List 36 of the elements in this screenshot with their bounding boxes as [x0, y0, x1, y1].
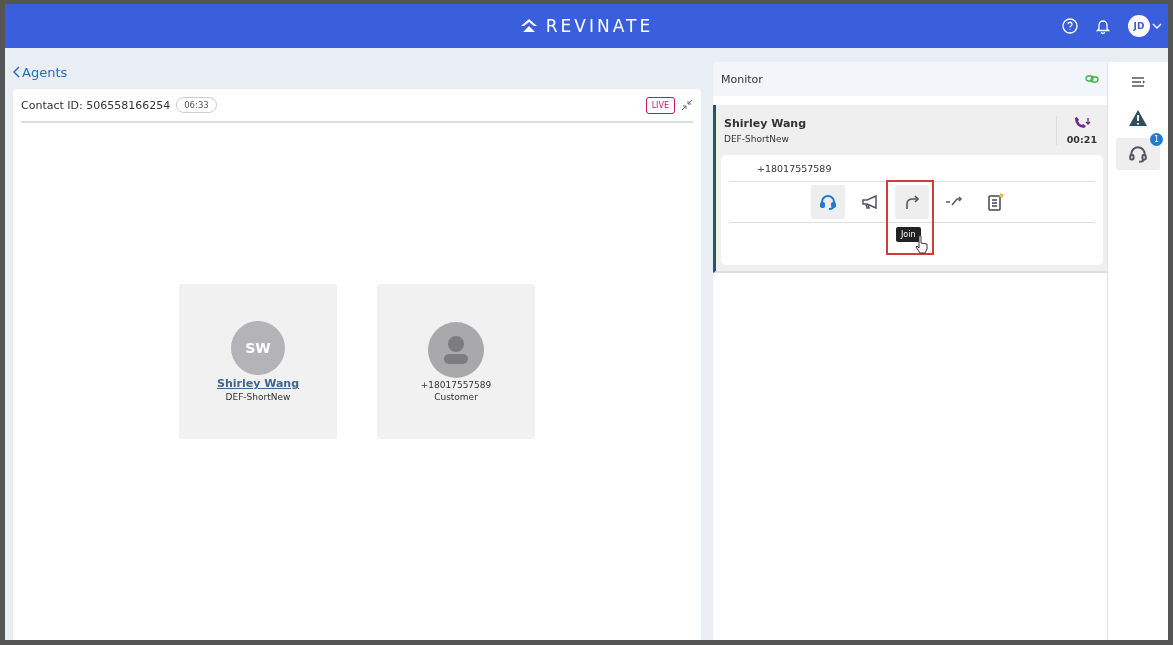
action-button[interactable] [895, 185, 929, 219]
phone-number: +18017557589 [757, 162, 832, 174]
action-button[interactable] [811, 185, 845, 219]
headset-icon [819, 193, 837, 211]
collapse-icon[interactable] [681, 99, 693, 111]
participant-name: +18017557589 [420, 379, 492, 390]
participant-detail: DEF-ShortNew [225, 392, 291, 402]
chevron-down-icon[interactable] [1152, 23, 1162, 29]
user-avatar[interactable]: JD [1128, 15, 1150, 37]
contact-id: Contact ID: 506558166254 [21, 98, 171, 112]
chevron-left-icon [13, 66, 20, 78]
initials-avatar: SW [231, 321, 285, 375]
agent-name-link[interactable]: Shirley Wang [216, 377, 300, 390]
monitor-title: Monitor [721, 72, 763, 86]
transfer-arrow-icon [945, 196, 963, 208]
cursor-icon [915, 235, 929, 255]
megaphone-icon [861, 194, 879, 210]
person-avatar-icon [428, 321, 484, 378]
menu-icon [1131, 76, 1145, 88]
curved-arrow-icon [903, 193, 921, 211]
headset-icon [1128, 144, 1148, 164]
incoming-call-icon [1072, 115, 1091, 130]
clipboard-icon [986, 192, 1006, 212]
participant-detail: Customer [434, 391, 478, 402]
live-badge: LIVE [645, 96, 675, 114]
queue-name: DEF-ShortNew [724, 133, 790, 144]
logo-icon [519, 18, 538, 34]
agent-name: Shirley Wang [724, 116, 808, 130]
call-timer: 00:21 [1066, 133, 1097, 145]
count-badge: 1 [1150, 133, 1163, 146]
logo-text: REVINATE [545, 16, 654, 36]
warning-icon [1128, 109, 1148, 127]
bell-icon[interactable] [1096, 18, 1110, 34]
tooltip: Join [896, 227, 921, 242]
back-link[interactable]: Agents [13, 62, 68, 82]
help-icon[interactable] [1062, 18, 1078, 34]
